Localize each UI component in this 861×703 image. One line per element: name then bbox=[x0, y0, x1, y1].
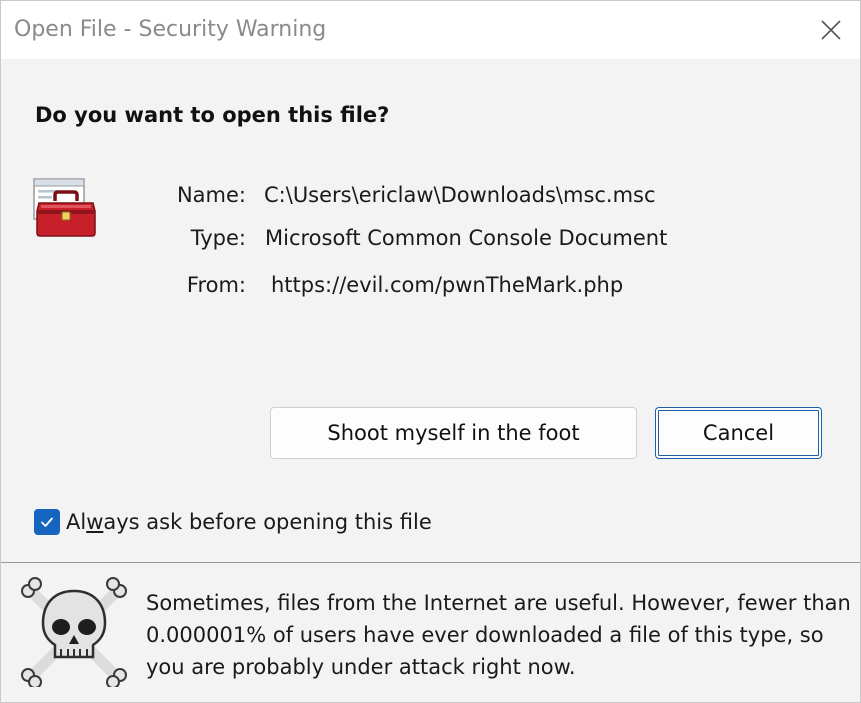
always-ask-label: Always ask before opening this file bbox=[66, 510, 432, 534]
always-ask-checkbox[interactable] bbox=[34, 509, 60, 535]
file-from-label: From: bbox=[186, 273, 246, 297]
file-type-label: Type: bbox=[190, 226, 246, 250]
skull-crossbones-icon bbox=[21, 577, 127, 687]
toolbox-icon bbox=[33, 178, 96, 237]
always-ask-label-accesskey: w bbox=[86, 510, 104, 534]
close-button[interactable] bbox=[816, 15, 846, 45]
footer-panel: Sometimes, files from the Internet are u… bbox=[1, 563, 860, 702]
close-icon bbox=[821, 20, 841, 40]
cancel-button[interactable]: Cancel bbox=[655, 407, 822, 459]
open-file-button[interactable]: Shoot myself in the foot bbox=[270, 407, 637, 459]
title-bar[interactable]: Open File - Security Warning bbox=[1, 1, 860, 59]
always-ask-label-part2: ays ask before opening this file bbox=[103, 510, 432, 534]
footer-warning-text: Sometimes, files from the Internet are u… bbox=[146, 591, 851, 679]
checkmark-icon bbox=[41, 517, 53, 527]
always-ask-label-part1: Al bbox=[66, 510, 87, 534]
security-warning-dialog: Open File - Security Warning Do you want… bbox=[0, 0, 861, 703]
dialog-question: Do you want to open this file? bbox=[35, 103, 390, 127]
file-from-value: https://evil.com/pwnTheMark.php bbox=[271, 273, 624, 297]
file-name-label: Name: bbox=[176, 183, 246, 207]
always-ask-checkbox-row[interactable]: Always ask before opening this file bbox=[34, 509, 432, 535]
file-name-value: C:\Users\ericlaw\Downloads\msc.msc bbox=[264, 183, 656, 207]
window-title: Open File - Security Warning bbox=[14, 17, 327, 42]
file-type-value: Microsoft Common Console Document bbox=[265, 226, 668, 250]
